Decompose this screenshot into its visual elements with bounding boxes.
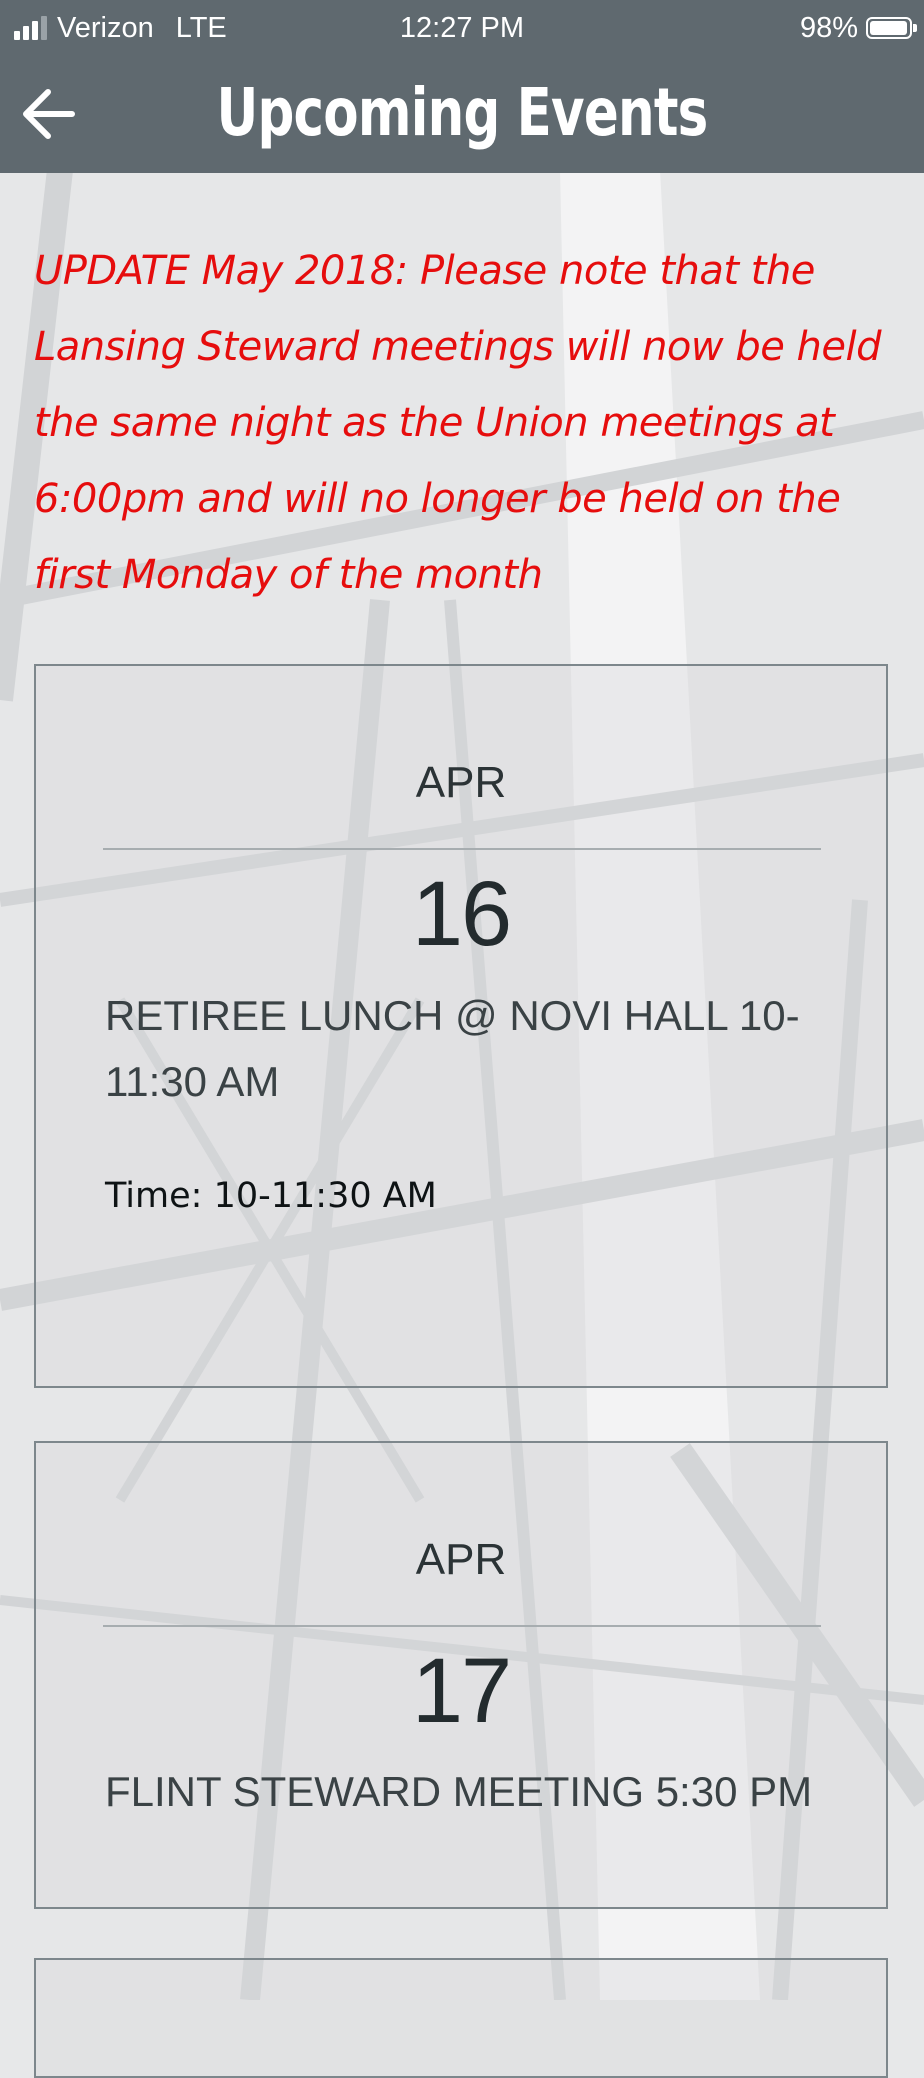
battery-icon: [866, 17, 917, 39]
status-time: 12:27 PM: [399, 12, 525, 44]
battery-percentage: 98%: [799, 11, 858, 44]
event-month: APR: [415, 758, 507, 807]
update-notice: UPDATE May 2018: Please note that the La…: [34, 248, 882, 598]
event-month: APR: [415, 1535, 507, 1584]
nav-bar: Upcoming Events: [0, 55, 924, 173]
event-title: FLINT STEWARD MEETING 5:30 PM: [105, 1768, 813, 1815]
event-day: 17: [411, 1640, 512, 1742]
status-right: 98%: [799, 10, 917, 46]
back-button[interactable]: [18, 83, 80, 145]
arrow-left-icon: [23, 89, 75, 139]
events-content[interactable]: UPDATE May 2018: Please note that the La…: [0, 173, 924, 2078]
status-bar: Verizon LTE 12:27 PM 98%: [0, 0, 924, 55]
event-card[interactable]: APR 16 RETIREE LUNCH @ NOVI HALL 10-11:3…: [34, 664, 888, 1388]
event-divider: [103, 848, 821, 850]
event-day: 16: [411, 863, 512, 965]
event-divider: [103, 1625, 821, 1627]
event-card[interactable]: APR 17 FLINT STEWARD MEETING 5:30 PM: [34, 1441, 888, 1909]
event-title: RETIREE LUNCH @ NOVI HALL 10-11:30 AM: [105, 992, 800, 1105]
battery-fill: [870, 21, 907, 35]
page-title: Upcoming Events: [216, 74, 708, 151]
event-time: Time: 10-11:30 AM: [105, 1176, 437, 1216]
event-card[interactable]: [34, 1958, 888, 2078]
